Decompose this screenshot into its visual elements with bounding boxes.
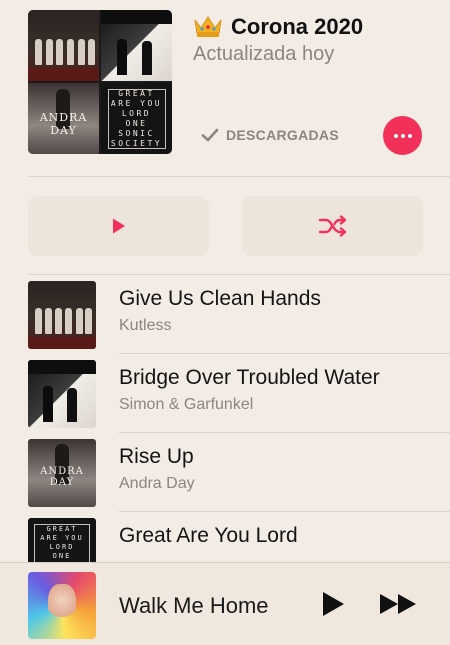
play-button[interactable] bbox=[28, 196, 209, 256]
now-playing-artwork bbox=[28, 572, 96, 639]
ellipsis-icon bbox=[393, 133, 398, 138]
crown-icon bbox=[194, 16, 222, 37]
art-line: ONE bbox=[52, 552, 72, 560]
art-line: ARE YOU bbox=[110, 98, 163, 108]
shuffle-icon bbox=[318, 215, 346, 237]
art-line: ONE bbox=[125, 118, 148, 128]
track-title: Bridge Over Troubled Water bbox=[119, 366, 380, 389]
track-title: Great Are You Lord bbox=[119, 524, 298, 547]
downloaded-label: DESCARGADAS bbox=[226, 127, 339, 143]
art-line: SOCIETY bbox=[110, 138, 163, 148]
album-art-kutless bbox=[28, 10, 99, 81]
play-icon bbox=[323, 592, 344, 616]
more-options-button[interactable] bbox=[383, 116, 422, 155]
playlist-header: ANDRA DAY GREAT ARE YOU LORD ONE SONIC S… bbox=[0, 0, 450, 176]
playlist-updated-label: Actualizada hoy bbox=[193, 43, 335, 65]
fast-forward-icon bbox=[380, 594, 416, 614]
andra-day-word: ANDRA DAY bbox=[40, 466, 84, 489]
art-line: LORD bbox=[121, 108, 152, 118]
next-track-button[interactable] bbox=[378, 589, 420, 619]
track-title: Give Us Clean Hands bbox=[119, 287, 321, 310]
shuffle-button[interactable] bbox=[242, 196, 423, 256]
track-artwork bbox=[28, 281, 96, 349]
art-line: GREAT bbox=[118, 88, 155, 98]
art-line: LORD bbox=[49, 543, 75, 551]
track-artwork bbox=[28, 360, 96, 428]
track-row[interactable]: Bridge Over Troubled Water Simon & Garfu… bbox=[0, 354, 450, 433]
album-art-simon-garfunkel bbox=[101, 10, 172, 81]
play-icon bbox=[112, 218, 125, 234]
art-line: GREAT bbox=[46, 525, 78, 533]
playlist-artwork-mosaic: ANDRA DAY GREAT ARE YOU LORD ONE SONIC S… bbox=[28, 10, 172, 154]
playlist-title: Corona 2020 bbox=[231, 14, 364, 39]
mini-player[interactable]: Walk Me Home bbox=[0, 562, 450, 645]
andra-day-word: ANDRA DAY bbox=[39, 111, 88, 138]
now-playing-title: Walk Me Home bbox=[119, 593, 269, 618]
track-row[interactable]: ANDRA DAY Rise Up Andra Day bbox=[0, 433, 450, 512]
art-line: SONIC bbox=[118, 128, 155, 138]
header-divider bbox=[28, 176, 450, 177]
track-title: Rise Up bbox=[119, 445, 194, 468]
album-art-one-sonic-society: GREAT ARE YOU LORD ONE SONIC SOCIETY bbox=[101, 83, 172, 154]
art-line: ARE YOU bbox=[40, 534, 84, 542]
track-artist: Kutless bbox=[119, 317, 172, 334]
mini-play-button[interactable] bbox=[318, 589, 348, 619]
checkmark-icon bbox=[201, 128, 219, 142]
track-row[interactable]: Give Us Clean Hands Kutless bbox=[0, 275, 450, 354]
track-artist: Simon & Garfunkel bbox=[119, 396, 254, 413]
downloaded-status[interactable]: DESCARGADAS bbox=[200, 124, 339, 146]
track-artist: Andra Day bbox=[119, 475, 195, 492]
track-artwork: ANDRA DAY bbox=[28, 439, 96, 507]
album-art-andra-day: ANDRA DAY bbox=[28, 83, 99, 154]
